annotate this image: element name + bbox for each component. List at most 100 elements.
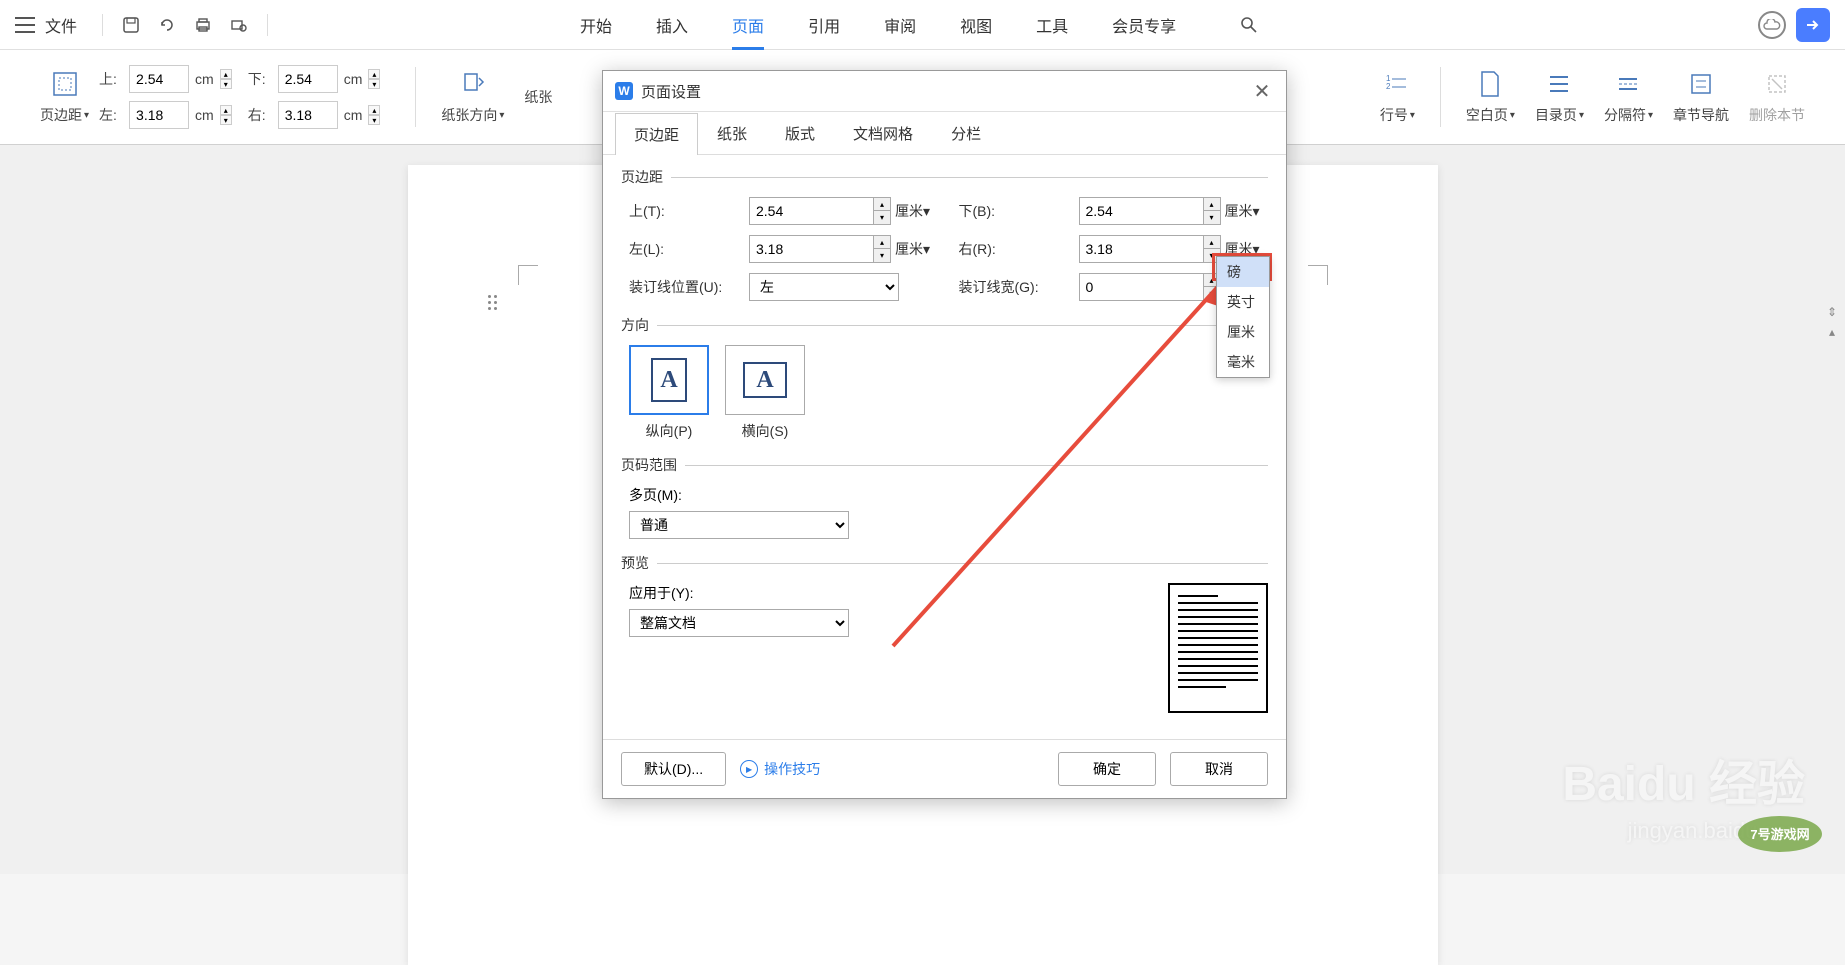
dialog-tab-layout[interactable]: 版式 (766, 112, 834, 154)
default-button[interactable]: 默认(D)... (621, 752, 726, 786)
unit-dropdown-trigger[interactable]: 厘米▾ (895, 201, 930, 221)
unit-option-point[interactable]: 磅 (1217, 257, 1269, 287)
line-number-label: 行号▾ (1380, 105, 1415, 125)
top-margin-label: 上: (99, 69, 125, 89)
chapter-nav-icon (1686, 69, 1716, 99)
multi-select[interactable]: 普通 (629, 511, 849, 539)
separator-button[interactable]: 分隔符▾ (1594, 69, 1663, 125)
toc-page-button[interactable]: 目录页▾ (1525, 69, 1594, 125)
tab-view[interactable]: 视图 (938, 0, 1014, 50)
scroll-indicator[interactable]: ⇕▴ (1823, 305, 1841, 339)
page-range-legend: 页码范围 (621, 455, 1268, 475)
paper-button[interactable]: 纸张 (514, 87, 562, 107)
toc-icon (1544, 69, 1574, 99)
delete-section-icon (1762, 69, 1792, 99)
search-icon[interactable] (1218, 0, 1280, 50)
tab-review[interactable]: 审阅 (862, 0, 938, 50)
drag-handle-icon[interactable] (488, 295, 497, 310)
tab-reference[interactable]: 引用 (786, 0, 862, 50)
dialog-tab-margins[interactable]: 页边距 (615, 113, 698, 155)
portrait-icon: A (629, 345, 709, 415)
landscape-label: 横向(S) (742, 421, 789, 441)
margins-button[interactable]: 页边距▾ (30, 69, 99, 125)
print-preview-icon[interactable] (229, 15, 249, 35)
top-margin-input[interactable] (129, 65, 189, 93)
gutter-pos-label: 装订线位置(U): (629, 277, 749, 297)
tips-link[interactable]: 操作技巧 (740, 759, 820, 779)
unit-label: cm (195, 71, 214, 87)
gutter-width-input[interactable] (1079, 273, 1204, 301)
delete-section-label: 删除本节 (1749, 105, 1805, 125)
orientation-legend: 方向 (621, 315, 1268, 335)
unit-option-cm[interactable]: 厘米 (1217, 317, 1269, 347)
line-number-icon: 12 (1382, 69, 1412, 99)
right-margin-input[interactable] (278, 101, 338, 129)
preview-legend: 预览 (621, 553, 1268, 573)
spinner[interactable]: ▴▾ (874, 197, 891, 225)
close-icon[interactable]: ✕ (1250, 79, 1274, 103)
unit-option-mm[interactable]: 毫米 (1217, 347, 1269, 377)
delete-section-button[interactable]: 删除本节 (1739, 69, 1815, 125)
separator-icon (1613, 69, 1643, 99)
undo-icon[interactable] (157, 15, 177, 35)
unit-label: cm (344, 107, 363, 123)
menu-icon[interactable] (15, 17, 35, 33)
left-margin-input[interactable] (129, 101, 189, 129)
line-number-button[interactable]: 12 行号▾ (1370, 69, 1425, 125)
right-label: 右(R): (959, 239, 1079, 259)
right-actions (1758, 8, 1830, 42)
spinner[interactable]: ▴▾ (1204, 197, 1221, 225)
chapter-nav-button[interactable]: 章节导航 (1663, 69, 1739, 125)
portrait-option[interactable]: A 纵向(P) (629, 345, 709, 441)
dialog-tab-grid[interactable]: 文档网格 (834, 112, 932, 154)
right-margin-label: 右: (248, 105, 274, 125)
ok-button[interactable]: 确定 (1058, 752, 1156, 786)
orientation-button[interactable]: 纸张方向▾ (431, 69, 514, 125)
spinner[interactable]: ▴▾ (368, 69, 380, 89)
tab-tools[interactable]: 工具 (1014, 0, 1090, 50)
right-input[interactable] (1079, 235, 1204, 263)
spinner[interactable]: ▴▾ (220, 105, 232, 125)
landscape-option[interactable]: A 横向(S) (725, 345, 805, 441)
preview-thumbnail (1168, 583, 1268, 713)
paper-label: 纸张 (524, 87, 552, 107)
tab-start[interactable]: 开始 (558, 0, 634, 50)
portrait-label: 纵向(P) (646, 421, 693, 441)
unit-option-inch[interactable]: 英寸 (1217, 287, 1269, 317)
apply-select[interactable]: 整篇文档 (629, 609, 849, 637)
top-input[interactable] (749, 197, 874, 225)
blank-page-button[interactable]: 空白页▾ (1456, 69, 1525, 125)
dialog-title: 页面设置 (641, 81, 701, 102)
bottom-margin-input[interactable] (278, 65, 338, 93)
unit-label: cm (344, 71, 363, 87)
save-icon[interactable] (121, 15, 141, 35)
spinner[interactable]: ▴▾ (220, 69, 232, 89)
bottom-input[interactable] (1079, 197, 1204, 225)
margins-label: 页边距▾ (40, 105, 89, 125)
gutter-pos-select[interactable]: 左 (749, 273, 899, 301)
file-menu[interactable]: 文件 (45, 13, 77, 37)
tab-member[interactable]: 会员专享 (1090, 0, 1198, 50)
preview-fieldset: 预览 应用于(Y): 整篇文档 (621, 553, 1268, 713)
dialog-titlebar[interactable]: W 页面设置 ✕ (603, 71, 1286, 112)
orientation-label: 纸张方向▾ (441, 105, 504, 125)
unit-dropdown-trigger[interactable]: 厘米▾ (1225, 201, 1260, 221)
unit-dropdown-trigger[interactable]: 厘米▾ (895, 239, 930, 259)
print-icon[interactable] (193, 15, 213, 35)
unit-dropdown-menu: 磅 英寸 厘米 毫米 (1216, 256, 1270, 378)
left-input[interactable] (749, 235, 874, 263)
dialog-tabs: 页边距 纸张 版式 文档网格 分栏 (603, 112, 1286, 155)
cancel-button[interactable]: 取消 (1170, 752, 1268, 786)
dialog-body: 页边距 上(T): ▴▾ 厘米▾ 下(B): ▴▾ 厘米▾ 左(L): (603, 155, 1286, 739)
share-button[interactable] (1796, 8, 1830, 42)
cloud-icon[interactable] (1758, 11, 1786, 39)
page-setup-dialog: W 页面设置 ✕ 页边距 纸张 版式 文档网格 分栏 页边距 上(T): ▴▾ … (602, 70, 1287, 799)
spinner[interactable]: ▴▾ (874, 235, 891, 263)
page-corner (1308, 265, 1328, 285)
dialog-tab-columns[interactable]: 分栏 (932, 112, 1000, 154)
dialog-tab-paper[interactable]: 纸张 (698, 112, 766, 154)
tab-insert[interactable]: 插入 (634, 0, 710, 50)
spinner[interactable]: ▴▾ (368, 105, 380, 125)
tab-page[interactable]: 页面 (710, 0, 786, 50)
gutter-width-label: 装订线宽(G): (959, 277, 1079, 297)
